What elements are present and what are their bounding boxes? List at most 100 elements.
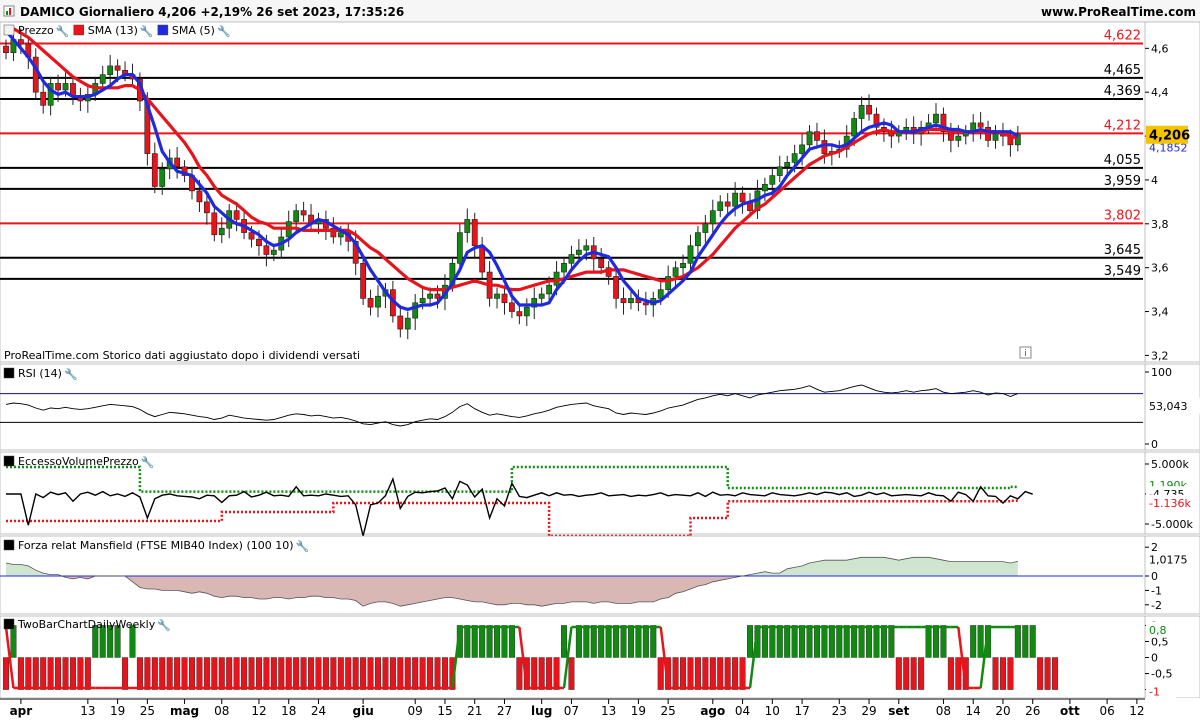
daily-bar [769,625,776,658]
daily-bar [464,625,471,658]
price-panel: 4,622 4,465 4,369 4,212 4,055 3,959 3,802 3,645… [0,21,1200,362]
daily-bar [910,657,917,690]
daily-bar [32,657,39,690]
candle-body [367,298,374,308]
legend-label[interactable]: TwoBarChartDailyWeekly [17,618,156,631]
legend-swatch [3,367,15,379]
x-tick-label: 10 [765,704,780,718]
daily-bar [627,625,634,658]
candle-body [464,219,471,233]
settings-wrench-icon[interactable]: 🔧 [64,367,78,381]
legend-label[interactable]: EccessoVolumePrezzo [18,455,139,468]
candle-body [613,276,619,299]
legend-label[interactable]: Forza relat Mansfield (FTSE MIB40 Index)… [18,539,294,552]
candle-body [769,175,776,185]
settings-wrench-icon[interactable]: 🔧 [217,24,231,38]
daily-bar [1007,657,1014,690]
x-tick-label: 21 [467,704,482,718]
daily-bar [970,625,977,658]
daily-bar [322,657,329,690]
x-tick-label: 24 [311,704,326,718]
value-tag: -1 [1149,686,1160,699]
candle-body [977,122,984,128]
legend-label[interactable]: SMA (5) [172,24,215,37]
y-tick-label: 0 [1151,570,1158,583]
settings-wrench-icon[interactable]: 🔧 [296,539,310,553]
candle-body [3,45,9,54]
daily-bar [561,625,568,658]
settings-wrench-icon[interactable]: 🔧 [157,618,171,632]
legend-label[interactable]: SMA (13) [88,24,138,37]
y-tick-label: 3,2 [1151,349,1169,362]
settings-wrench-icon[interactable]: 🔧 [56,24,70,38]
daily-bar [375,657,382,690]
candle-body [501,293,508,304]
daily-bar [494,625,501,658]
candle-body [107,65,114,75]
candle-body [293,210,300,222]
settings-wrench-icon[interactable]: 🔧 [141,455,155,469]
value-tag: 1,0175 [1149,553,1188,566]
legend-swatch [157,24,169,36]
daily-bar [278,657,285,690]
daily-bar [575,625,582,658]
daily-bar [583,625,590,658]
candle-body [471,219,478,247]
candle-body [40,91,47,106]
y-tick-label: 0 [1151,438,1158,451]
value-tag: 0,8 [1149,624,1167,637]
daily-bar [412,657,419,690]
daily-bar [404,657,411,690]
x-tick-label: 08 [214,704,229,718]
daily-bar [538,657,545,690]
volume-excess-panel: 5.000k0-5.000k1.190k-4.735-1.136kEccesso… [0,451,1200,538]
daily-bar [508,625,515,658]
daily-bar [337,657,344,690]
x-tick-label: 17 [794,704,809,718]
candle-body [434,293,441,299]
daily-bar [25,657,32,690]
daily-bar [791,625,798,658]
candle-body [404,317,411,330]
candle-body [575,249,582,255]
legend-label[interactable]: Prezzo [18,24,54,37]
candle-body [114,65,121,71]
settings-wrench-icon[interactable]: 🔧 [140,24,154,38]
level-label: 3,802 [1104,208,1141,223]
daily-bar [389,657,396,690]
daily-bar [293,657,300,690]
x-tick-label: 25 [661,704,676,718]
y-tick-label: 5.000k [1151,458,1189,471]
daily-bar [352,657,359,690]
candle-body [695,232,701,247]
level-label: 4,055 [1104,153,1141,168]
candle-body [821,140,828,154]
level-label: 4,622 [1104,28,1141,43]
daily-bar [903,657,910,690]
daily-bar [241,657,248,690]
candle-body [218,227,225,236]
x-tick-label: 14 [966,704,981,718]
daily-bar [1044,657,1051,690]
daily-bar [828,625,835,658]
level-label: 3,549 [1104,264,1141,279]
x-tick-label: set [888,704,909,718]
x-tick-label: 26 [1025,704,1040,718]
x-tick-label: 07 [564,704,579,718]
last-price-tag: 4,206 [1149,129,1190,144]
candle-body [397,315,404,330]
candle-body [62,83,69,91]
daily-bar [55,657,62,690]
level-label: 4,465 [1104,63,1141,78]
daily-bar [501,625,508,658]
candle-body [479,245,486,273]
daily-bar [471,625,478,658]
candle-body [360,262,367,299]
candle-body [494,293,500,299]
daily-bar [516,657,523,690]
daily-bar [136,657,143,690]
candle-body [724,201,731,207]
y-tick-label: 4 [1151,174,1158,187]
chart-canvas: DAMICO Giornaliero 4,206 +2,19% 26 set 2… [0,0,1200,720]
legend-label[interactable]: RSI (14) [18,367,62,380]
